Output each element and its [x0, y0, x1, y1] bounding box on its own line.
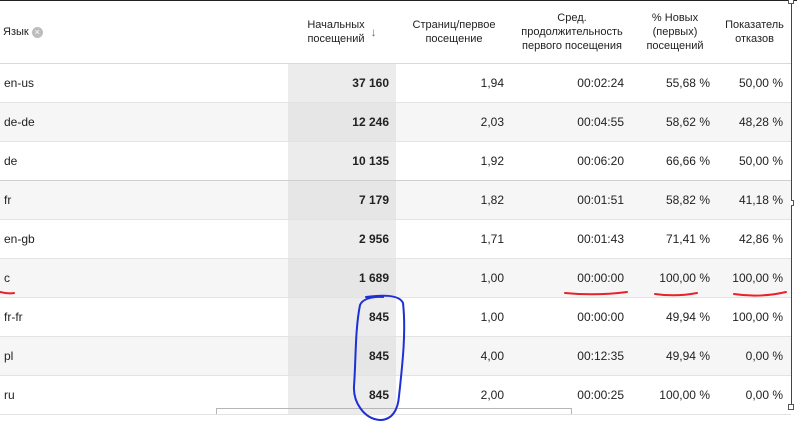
cell-pages: 1,00 — [396, 297, 512, 337]
cell-bounce-rate: 0,00 % — [718, 375, 791, 415]
cell-duration: 00:04:55 — [512, 102, 632, 142]
cell-bounce-rate: 48,28 % — [718, 102, 791, 142]
cell-duration: 00:00:00 — [512, 258, 632, 298]
table-row[interactable]: pl 845 4,00 00:12:35 49,94 % 0,00 % — [0, 336, 791, 376]
new-header-line3: посещений — [646, 40, 704, 52]
cell-sessions: 845 — [288, 336, 396, 376]
column-header-pages-per-session[interactable]: Страниц/первое посещение — [396, 1, 512, 64]
column-header-language[interactable]: Язык × — [0, 1, 288, 64]
cell-new-sessions: 58,82 % — [632, 180, 718, 220]
cell-new-sessions: 55,68 % — [632, 63, 718, 103]
cell-new-sessions: 49,94 % — [632, 336, 718, 376]
cell-sessions: 10 135 — [288, 141, 396, 181]
pages-header-line1: Страниц/первое — [412, 19, 496, 31]
table-row[interactable]: de-de 12 246 2,03 00:04:55 58,62 % 48,28… — [0, 102, 791, 142]
sessions-header-line2: посещений — [307, 33, 365, 45]
scrollbar-tick-right — [571, 408, 572, 414]
cell-sessions: 7 179 — [288, 180, 396, 220]
cell-new-sessions: 49,94 % — [632, 297, 718, 337]
cell-pages: 1,92 — [396, 141, 512, 181]
table-header: Язык × Начальных посещений ↓ Страниц/перв… — [0, 1, 791, 64]
table-row[interactable]: en-us 37 160 1,94 00:02:24 55,68 % 50,00… — [0, 63, 791, 103]
cell-duration: 00:00:00 — [512, 297, 632, 337]
cell-duration: 00:12:35 — [512, 336, 632, 376]
cell-sessions: 37 160 — [288, 63, 396, 103]
scrollbar-tick-left — [216, 408, 217, 414]
cell-bounce-rate: 41,18 % — [718, 180, 791, 220]
column-header-new-sessions[interactable]: % Новых (первых) посещений — [632, 1, 718, 64]
cell-bounce-rate: 50,00 % — [718, 141, 791, 181]
cell-language[interactable]: en-gb — [0, 219, 288, 259]
table-row[interactable]: fr-fr 845 1,00 00:00:00 49,94 % 100,00 % — [0, 297, 791, 337]
cell-language[interactable]: de-de — [0, 102, 288, 142]
table-row[interactable]: de 10 135 1,92 00:06:20 66,66 % 50,00 % — [0, 141, 791, 181]
sessions-header-line1: Начальных — [307, 19, 365, 31]
column-header-sessions[interactable]: Начальных посещений ↓ — [288, 1, 396, 64]
duration-header-line3: первого посещения — [522, 40, 622, 52]
cell-language[interactable]: fr — [0, 180, 288, 220]
cell-duration: 00:06:20 — [512, 141, 632, 181]
cell-new-sessions: 71,41 % — [632, 219, 718, 259]
pages-header-line2: посещение — [425, 33, 483, 45]
cell-new-sessions: 100,00 % — [632, 375, 718, 415]
cell-duration: 00:01:43 — [512, 219, 632, 259]
cell-bounce-rate: 100,00 % — [718, 258, 791, 298]
column-header-avg-duration[interactable]: Сред. продолжительность первого посещени… — [512, 1, 632, 64]
cell-bounce-rate: 42,86 % — [718, 219, 791, 259]
sort-descending-icon[interactable]: ↓ — [371, 25, 377, 39]
bounce-header-line2: отказов — [735, 33, 774, 45]
new-header-line1: % Новых — [651, 12, 699, 24]
cell-new-sessions: 100,00 % — [632, 258, 718, 298]
cell-pages: 1,82 — [396, 180, 512, 220]
cell-pages: 1,00 — [396, 258, 512, 298]
table-row[interactable]: c 1 689 1,00 00:00:00 100,00 % 100,00 % — [0, 258, 791, 298]
cell-bounce-rate: 100,00 % — [718, 297, 791, 337]
cell-language[interactable]: pl — [0, 336, 288, 376]
cell-pages: 1,71 — [396, 219, 512, 259]
table-body: en-us 37 160 1,94 00:02:24 55,68 % 50,00… — [0, 63, 791, 415]
clear-dimension-icon[interactable]: × — [31, 26, 43, 38]
cell-new-sessions: 58,62 % — [632, 102, 718, 142]
column-header-language-label: Язык — [3, 26, 29, 38]
cell-language[interactable]: fr-fr — [0, 297, 288, 337]
bounce-header-line1: Показатель — [725, 19, 784, 31]
duration-header-line1: Сред. — [557, 12, 587, 24]
cell-language[interactable]: en-us — [0, 63, 288, 103]
cell-sessions: 1 689 — [288, 258, 396, 298]
cell-new-sessions: 66,66 % — [632, 141, 718, 181]
cell-duration: 00:02:24 — [512, 63, 632, 103]
table-row[interactable]: fr 7 179 1,82 00:01:51 58,82 % 41,18 % — [0, 180, 791, 220]
cell-sessions: 12 246 — [288, 102, 396, 142]
cell-duration: 00:01:51 — [512, 180, 632, 220]
cell-bounce-rate: 0,00 % — [718, 336, 791, 376]
table-row[interactable]: en-gb 2 956 1,71 00:01:43 71,41 % 42,86 … — [0, 219, 791, 259]
column-header-bounce-rate[interactable]: Показатель отказов — [718, 1, 791, 64]
horizontal-scrollbar[interactable] — [216, 408, 572, 409]
cell-pages: 2,03 — [396, 102, 512, 142]
cell-sessions: 845 — [288, 297, 396, 337]
cell-pages: 1,94 — [396, 63, 512, 103]
cell-sessions: 2 956 — [288, 219, 396, 259]
cell-language[interactable]: de — [0, 141, 288, 181]
cell-language[interactable]: c — [0, 258, 288, 298]
duration-header-line2: продолжительность — [521, 26, 623, 38]
cell-pages: 4,00 — [396, 336, 512, 376]
cell-bounce-rate: 50,00 % — [718, 63, 791, 103]
new-header-line2: (первых) — [652, 26, 698, 38]
language-report-table: Язык × Начальных посещений ↓ Страниц/перв… — [0, 1, 791, 415]
